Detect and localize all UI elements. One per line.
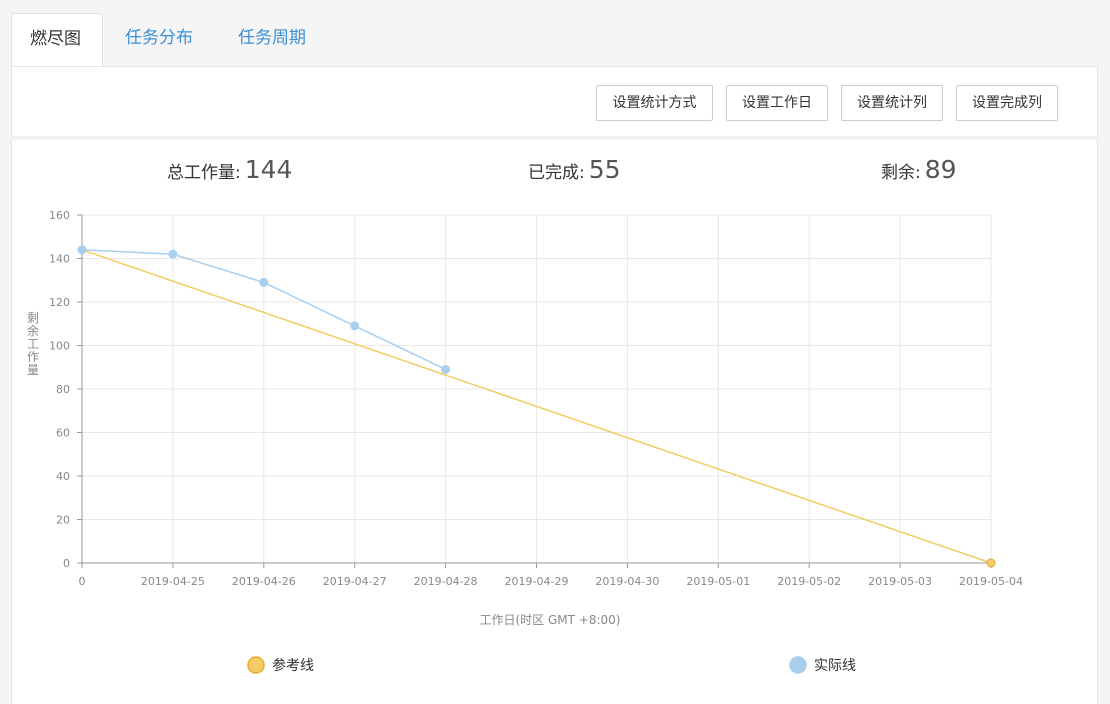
legend-label[interactable]: 实际线 xyxy=(814,658,856,674)
y-tick-label: 20 xyxy=(56,514,70,527)
x-tick-label: 2019-04-25 xyxy=(141,575,205,588)
x-tick-label: 2019-04-29 xyxy=(505,575,569,588)
data-point[interactable] xyxy=(259,277,269,287)
chart-grid xyxy=(82,214,992,563)
x-tick-label: 2019-04-30 xyxy=(595,575,659,588)
legend-swatch[interactable] xyxy=(789,656,807,674)
y-tick-label: 100 xyxy=(49,340,70,353)
x-tick-label: 2019-04-27 xyxy=(323,575,387,588)
x-axis-label: 工作日(时区 GMT +8:00) xyxy=(480,613,621,627)
data-point[interactable] xyxy=(350,321,360,331)
chart-legend: 参考线 实际线 xyxy=(247,656,856,674)
y-tick-label: 0 xyxy=(63,557,70,570)
x-tick-label: 0 xyxy=(79,575,86,588)
data-point[interactable] xyxy=(441,364,451,374)
x-tick-label: 2019-05-02 xyxy=(777,575,841,588)
y-tick-label: 120 xyxy=(49,296,70,309)
y-tick-label: 40 xyxy=(56,470,70,483)
x-tick-label: 2019-04-26 xyxy=(232,575,296,588)
x-tick-label: 2019-05-04 xyxy=(959,575,1023,588)
x-tick-label: 2019-05-03 xyxy=(868,575,932,588)
y-axis-label: 剩余工作量 xyxy=(27,311,39,377)
y-tick-label: 60 xyxy=(56,427,70,440)
legend-swatch[interactable] xyxy=(247,656,265,674)
x-tick-label: 2019-05-01 xyxy=(686,575,750,588)
y-tick-label: 140 xyxy=(49,253,70,266)
x-tick-label: 2019-04-28 xyxy=(414,575,478,588)
y-axis-ticks: 0 20 40 60 80 100 120 140 160 xyxy=(49,209,82,570)
legend-label[interactable]: 参考线 xyxy=(272,657,314,674)
x-axis-ticks: 0 2019-04-25 2019-04-26 2019-04-27 2019-04-2… xyxy=(79,563,1023,588)
data-point[interactable] xyxy=(77,245,87,255)
burndown-chart: 0 20 40 60 80 100 120 140 160 0 2019-04-25 2019-04… xyxy=(27,209,1023,674)
data-point[interactable] xyxy=(986,558,996,568)
data-point[interactable] xyxy=(168,249,178,259)
y-tick-label: 80 xyxy=(56,383,70,396)
y-tick-label: 160 xyxy=(49,209,70,222)
